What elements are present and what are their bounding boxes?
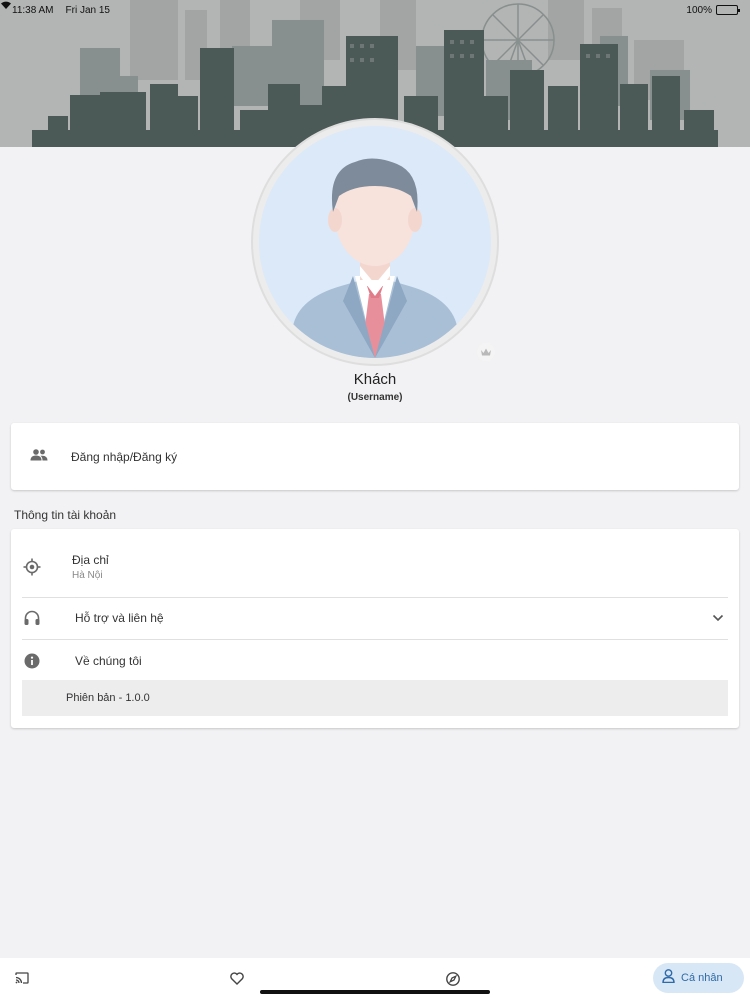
divider <box>22 639 728 640</box>
status-bar: 11:38 AM Fri Jan 15 100% <box>0 0 750 20</box>
headset-icon <box>22 608 42 628</box>
cast-icon[interactable] <box>15 972 29 984</box>
address-label: Địa chỉ <box>72 553 109 567</box>
info-icon <box>22 651 42 671</box>
app-version-label: Phiên bản - 1.0.0 <box>66 692 150 704</box>
profile-username: (Username) <box>347 392 403 403</box>
divider <box>22 597 728 598</box>
compass-icon[interactable] <box>446 972 460 986</box>
address-row[interactable]: Địa chỉ Hà Nội <box>22 553 728 581</box>
login-register-label: Đăng nhập/Đăng ký <box>71 449 178 464</box>
about-us-label: Về chúng tôi <box>75 654 142 668</box>
support-contact-row[interactable]: Hỗ trợ và liên hệ <box>22 608 728 628</box>
status-date: Fri Jan 15 <box>65 4 110 16</box>
heart-icon[interactable] <box>230 972 244 985</box>
location-target-icon <box>22 557 42 577</box>
section-title-account-info: Thông tin tài khoản <box>14 508 117 522</box>
status-time: 11:38 AM <box>12 4 54 16</box>
battery-percentage: 100% <box>686 4 712 16</box>
login-register-row[interactable]: Đăng nhập/Đăng ký <box>11 423 739 490</box>
about-us-row[interactable]: Về chúng tôi <box>22 651 728 671</box>
nav-item-personal-label: Cá nhân <box>681 972 723 984</box>
battery-icon <box>716 5 740 15</box>
wifi-icon <box>1 1 11 9</box>
chevron-down-icon[interactable] <box>712 609 724 627</box>
businessman-avatar-icon <box>259 126 491 358</box>
app-version: Phiên bản - 1.0.0 <box>22 680 728 716</box>
support-contact-label: Hỗ trợ và liên hệ <box>75 611 164 625</box>
account-info-card: Địa chỉ Hà Nội Hỗ trợ và liên hệ Về chún… <box>11 529 739 728</box>
address-value: Hà Nội <box>72 570 103 581</box>
crown-icon <box>477 343 495 361</box>
person-icon <box>662 968 675 988</box>
profile-avatar[interactable] <box>251 118 499 366</box>
people-icon <box>30 448 48 466</box>
login-card[interactable]: Đăng nhập/Đăng ký <box>11 423 739 490</box>
profile-name: Khách <box>353 371 397 388</box>
home-indicator <box>260 990 490 994</box>
nav-item-personal[interactable]: Cá nhân <box>653 963 744 993</box>
